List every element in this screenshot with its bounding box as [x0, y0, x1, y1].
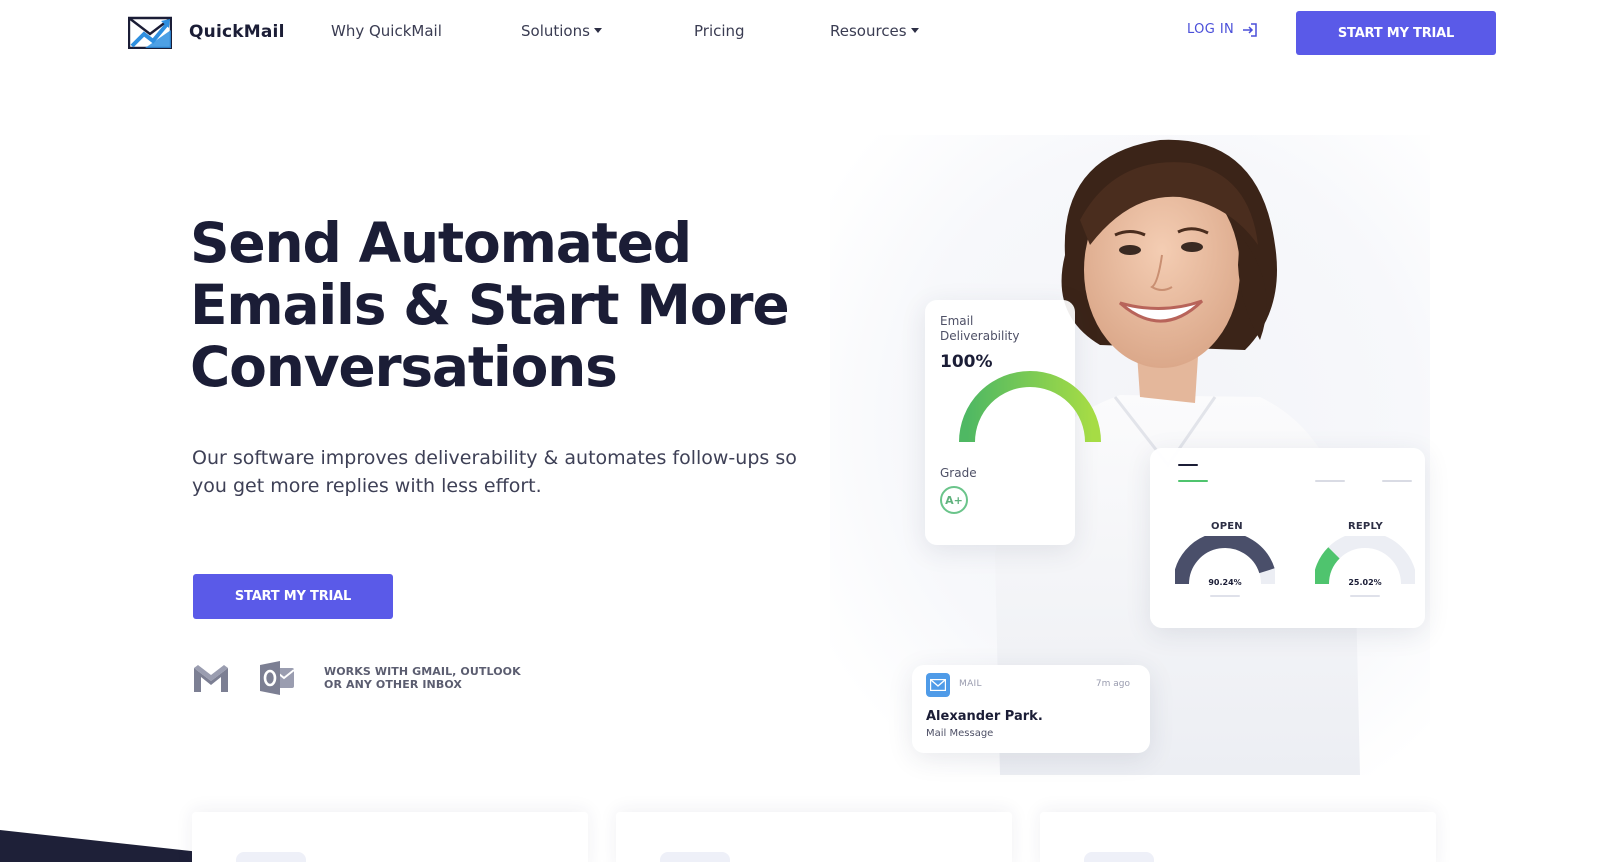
- open-reply-stats-card: OPEN 90.24% REPLY 25.02%: [1150, 448, 1425, 628]
- hero-subtitle-line: you get more replies with less effort.: [192, 475, 542, 497]
- chevron-down-icon: [910, 27, 919, 33]
- hero-title-line: Emails & Start More: [190, 273, 790, 337]
- dark-decorative-wedge: [0, 830, 200, 862]
- open-value: 90.24%: [1208, 578, 1242, 587]
- feature-card: [1040, 812, 1436, 862]
- start-trial-button-nav[interactable]: START MY TRIAL: [1296, 11, 1496, 55]
- login-arrow-icon: [1243, 22, 1257, 37]
- deliverability-gauge: [959, 371, 1101, 443]
- hero-subtitle: Our software improves deliverability & a…: [192, 444, 797, 500]
- deliverability-label-line: Email: [940, 314, 974, 328]
- mail-sender: Alexander Park.: [926, 709, 1043, 724]
- feature-card: [616, 812, 1012, 862]
- deliverability-label-line: Deliverability: [940, 329, 1020, 343]
- tab-indicator: [1178, 464, 1198, 466]
- nav-solutions[interactable]: Solutions: [521, 22, 602, 40]
- nav-why-quickmail[interactable]: Why QuickMail: [331, 22, 442, 40]
- top-navigation: QuickMail Why QuickMail Solutions Pricin…: [0, 0, 1600, 66]
- brand-logo[interactable]: QuickMail: [128, 15, 285, 49]
- quickmail-logo-icon: [128, 16, 172, 49]
- reply-value: 25.02%: [1348, 578, 1382, 587]
- brand-name: QuickMail: [189, 22, 285, 42]
- start-trial-button-hero[interactable]: START MY TRIAL: [193, 574, 393, 619]
- feature-icon-placeholder: [660, 852, 730, 862]
- deliverability-label: Email Deliverability: [940, 314, 1020, 344]
- open-underline: [1210, 595, 1240, 597]
- tab-indicator: [1315, 480, 1345, 482]
- feature-icon-placeholder: [236, 852, 306, 862]
- tab-indicator-active: [1178, 480, 1208, 482]
- grade-badge: A+: [940, 486, 968, 514]
- mail-notification-card: MAIL 7m ago Alexander Park. Mail Message: [912, 665, 1150, 753]
- nav-solutions-label: Solutions: [521, 22, 590, 40]
- outlook-icon: [260, 661, 295, 695]
- nav-resources[interactable]: Resources: [830, 22, 919, 40]
- mail-time: 7m ago: [1095, 679, 1130, 689]
- deliverability-card: Email Deliverability 100% Grade A+: [925, 300, 1101, 545]
- hero-title: Send Automated Emails & Start More Conve…: [190, 212, 810, 398]
- mail-icon: [926, 673, 950, 697]
- reply-underline: [1350, 595, 1380, 597]
- mail-tag: MAIL: [959, 679, 982, 689]
- tab-indicator: [1382, 480, 1412, 482]
- feature-card: [192, 812, 588, 862]
- works-with-line: OR ANY OTHER INBOX: [324, 678, 462, 691]
- hero-title-line: Send Automated: [190, 211, 692, 275]
- feature-icon-placeholder: [1084, 852, 1154, 862]
- open-label: OPEN: [1211, 521, 1243, 532]
- works-with-row: WORKS WITH GMAIL, OUTLOOK OR ANY OTHER I…: [192, 660, 521, 696]
- nav-pricing[interactable]: Pricing: [694, 22, 745, 40]
- gmail-icon: [194, 665, 228, 692]
- grade-label: Grade: [940, 466, 977, 480]
- chevron-down-icon: [593, 27, 602, 33]
- reply-label: REPLY: [1348, 521, 1383, 532]
- hero-title-line: Conversations: [190, 335, 618, 399]
- works-with-text: WORKS WITH GMAIL, OUTLOOK OR ANY OTHER I…: [324, 665, 521, 691]
- mail-subject: Mail Message: [926, 728, 994, 739]
- nav-resources-label: Resources: [830, 22, 907, 40]
- works-with-line: WORKS WITH GMAIL, OUTLOOK: [324, 665, 521, 678]
- hero-subtitle-line: Our software improves deliverability & a…: [192, 447, 797, 469]
- login-link[interactable]: LOG IN: [1187, 22, 1258, 37]
- login-label: LOG IN: [1187, 22, 1235, 37]
